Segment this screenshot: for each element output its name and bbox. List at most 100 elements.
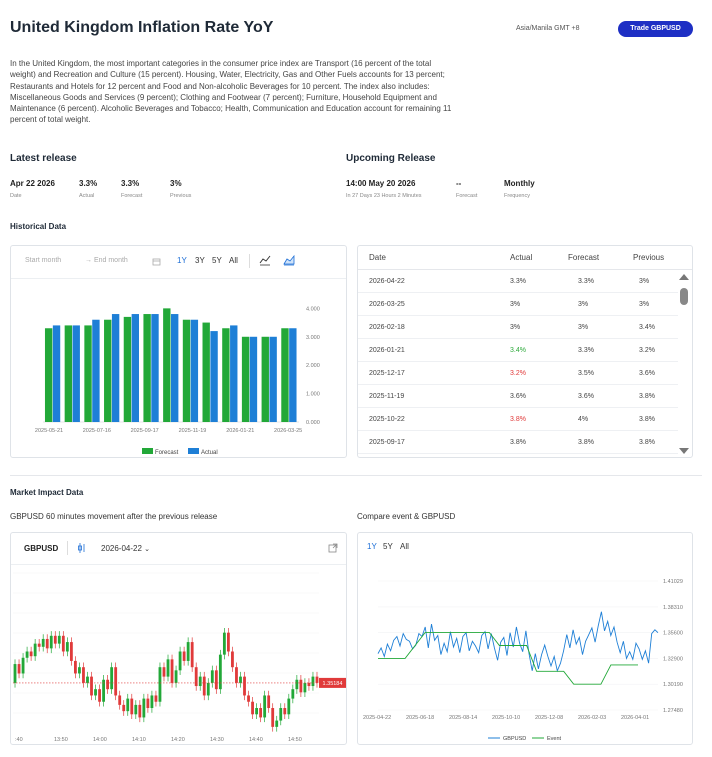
candle-body — [126, 698, 130, 712]
range-tab-3y[interactable]: 3Y — [195, 256, 205, 265]
bar-forecast — [163, 308, 171, 422]
col-date: Date — [369, 253, 386, 262]
range-tab-1y[interactable]: 1Y — [177, 256, 187, 265]
bar-actual — [151, 314, 159, 422]
compare-tab-1y[interactable]: 1Y — [367, 542, 377, 551]
table-row: 2026-02-18 3% 3% 3.4% — [358, 316, 678, 339]
cell-date: 2026-02-18 — [369, 324, 405, 331]
candle-body — [214, 670, 218, 690]
cell-previous: 3% — [639, 278, 650, 285]
bar-forecast — [64, 325, 73, 422]
candle-body — [303, 682, 307, 693]
series-line-gbpusd — [377, 611, 659, 673]
section-divider — [10, 475, 702, 476]
upcoming-forecast-label: Forecast — [456, 193, 478, 199]
bar-actual — [52, 325, 61, 422]
table-row: 2025-11-19 3.6% 3.6% 3.8% — [358, 385, 678, 408]
release-date-select[interactable]: 2026-04-22 ⌄ — [101, 544, 150, 553]
candle-body — [263, 695, 267, 718]
legend-label: Event — [547, 736, 562, 742]
candle-body — [138, 704, 142, 718]
bar-actual — [92, 319, 100, 422]
cell-actual: 3.3% — [510, 278, 526, 285]
trade-gbpusd-button[interactable]: Trade GBPUSD — [618, 21, 693, 37]
area-chart-icon[interactable] — [283, 254, 295, 266]
indicator-description: In the United Kingdom, the most importan… — [10, 59, 452, 125]
range-tab-all[interactable]: All — [229, 256, 238, 265]
x-tick-label: 2025-10-10 — [492, 715, 520, 721]
candle-body — [206, 682, 210, 696]
y-tick-label: 0.000 — [306, 420, 320, 426]
candle-body — [162, 667, 166, 677]
compare-tab-5y[interactable]: 5Y — [383, 542, 393, 551]
start-month-input[interactable]: Start month — [25, 257, 61, 264]
candle-body — [122, 704, 126, 712]
legend-label: Actual — [201, 450, 218, 456]
bar-forecast — [281, 328, 289, 422]
candle-body — [82, 667, 85, 683]
upcoming-frequency-label: Frequency — [504, 193, 530, 199]
candle-body — [110, 667, 114, 690]
candle-body — [222, 632, 226, 655]
chevron-down-icon: ⌄ — [144, 546, 151, 553]
legend-label: Forecast — [155, 450, 179, 456]
bar-actual — [230, 325, 238, 422]
legend-label: GBPUSD — [503, 736, 526, 742]
candle-body — [86, 676, 89, 683]
bar-actual — [171, 314, 179, 422]
candle-body — [287, 698, 291, 715]
candle-body — [114, 667, 118, 696]
cell-actual: 3.8% — [510, 439, 526, 446]
scroll-down-arrow[interactable] — [679, 448, 689, 454]
cell-date: 2025-10-22 — [369, 416, 405, 423]
historical-bar-chart: 0.000 1.000 2.000 3.000 4.000 2025-05-21 2025-… — [35, 306, 320, 456]
candle-body — [182, 651, 186, 661]
compare-tab-all[interactable]: All — [400, 542, 409, 551]
candle-body — [243, 676, 246, 696]
candle-body — [25, 651, 29, 658]
bar-actual — [111, 314, 120, 422]
table-row: 2026-03-25 3% 3% 3% — [358, 293, 678, 316]
end-month-placeholder: End month — [93, 257, 128, 264]
latest-previous-label: Previous — [170, 193, 192, 199]
table-row: 2026-01-21 3.4% 3.3% 3.2% — [358, 339, 678, 362]
y-tick-label: 1.32900 — [663, 656, 683, 662]
cell-forecast: 3% — [578, 301, 589, 308]
candle-body — [73, 660, 77, 674]
candle-body — [41, 638, 45, 647]
candle-body — [17, 664, 21, 674]
bar-forecast — [143, 314, 151, 422]
external-link-icon[interactable] — [328, 543, 338, 553]
candle-body — [247, 695, 250, 702]
range-tab-5y[interactable]: 5Y — [212, 256, 222, 265]
col-previous: Previous — [633, 253, 665, 262]
candle-body — [226, 632, 230, 652]
y-tick-label: 1.41029 — [663, 579, 683, 585]
table-row: 2026-04-22 3.3% 3.3% 3% — [358, 270, 678, 293]
scroll-up-arrow[interactable] — [679, 274, 689, 280]
col-actual: Actual — [510, 253, 533, 262]
market-impact-heading: Market Impact Data — [10, 488, 84, 497]
cell-forecast: 4% — [578, 416, 589, 423]
candle-type-icon[interactable] — [77, 543, 87, 553]
cell-date: 2026-01-21 — [369, 347, 405, 354]
candle-body — [295, 679, 299, 690]
cell-forecast: 3.3% — [578, 347, 594, 354]
candle-body — [218, 654, 222, 690]
table-row: 2025-12-17 3.2% 3.5% 3.6% — [358, 362, 678, 385]
cell-previous: 3.8% — [639, 439, 655, 446]
calendar-icon[interactable] — [152, 257, 161, 266]
candle-body — [271, 708, 275, 727]
end-month-input[interactable]: → End month — [85, 257, 128, 264]
bar-forecast — [222, 328, 230, 422]
y-tick-label: 4.000 — [306, 306, 320, 312]
upcoming-release-heading: Upcoming Release — [346, 153, 436, 164]
candle-body — [267, 695, 271, 709]
bar-actual — [190, 319, 199, 422]
candle-body — [53, 635, 57, 644]
line-chart-icon[interactable] — [259, 254, 271, 266]
historical-chart-panel: Start month → End month 1Y 3Y 5Y All 0.0… — [10, 245, 347, 458]
scrollbar-thumb[interactable] — [680, 288, 688, 305]
candle-body — [255, 708, 259, 715]
y-tick-label: 1.27480 — [663, 708, 683, 714]
